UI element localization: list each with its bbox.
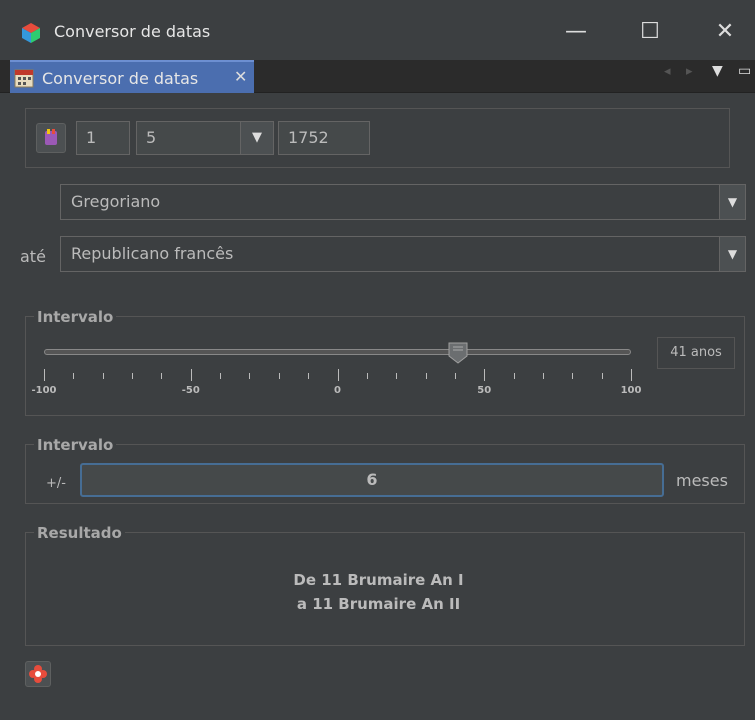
tab-scroll-left-icon[interactable]: ◂ xyxy=(664,64,671,79)
month-dropdown-arrow-icon[interactable]: ▼ xyxy=(240,121,274,155)
from-calendar-select[interactable]: Gregoriano ▼ xyxy=(60,184,746,220)
date-picker-button[interactable] xyxy=(36,123,66,153)
tab-close-icon[interactable]: ✕ xyxy=(234,67,247,86)
month-combo[interactable]: 5 xyxy=(136,121,241,155)
plus-minus-label: +/- xyxy=(46,476,66,491)
result-line-from: De 11 Brumaire An I xyxy=(293,571,464,589)
slider-minor-tick xyxy=(513,373,515,379)
tab-label: Conversor de datas xyxy=(42,69,199,88)
slider-minor-tick xyxy=(572,373,574,379)
interval-months-title: Intervalo xyxy=(34,436,117,454)
day-field[interactable]: 1 xyxy=(76,121,130,155)
tab-menu-icon[interactable]: ▼ xyxy=(712,63,723,79)
slider-tick-label: 50 xyxy=(477,385,492,396)
months-input[interactable]: 6 xyxy=(80,463,664,497)
slider-minor-tick xyxy=(601,373,603,379)
slider-major-tick xyxy=(337,369,339,381)
from-calendar-value: Gregoriano xyxy=(71,192,161,211)
slider-tick-label: 100 xyxy=(620,385,642,396)
slider-minor-tick xyxy=(220,373,222,379)
slider-minor-tick xyxy=(396,373,398,379)
flower-icon xyxy=(29,665,47,683)
reset-button[interactable] xyxy=(25,661,51,687)
slider-minor-tick xyxy=(132,373,134,379)
date-input-panel: 1 5 ▼ 1752 xyxy=(25,108,730,168)
to-calendar-select[interactable]: Republicano francês ▼ xyxy=(60,236,746,272)
calendar-icon xyxy=(14,69,34,88)
slider-major-tick xyxy=(44,369,45,381)
tab-bar: Conversor de datas ✕ ◂ ▸ ▼ ▭ xyxy=(0,60,755,93)
result-line-to: a 11 Brumaire An II xyxy=(296,595,461,613)
to-calendar-value: Republicano francês xyxy=(71,244,234,263)
year-field[interactable]: 1752 xyxy=(278,121,370,155)
slider-tick-label: 0 xyxy=(334,385,341,396)
tab-conversor-de-datas[interactable]: Conversor de datas ✕ xyxy=(10,60,254,93)
calendar-picker-icon xyxy=(45,129,57,145)
slider-minor-tick xyxy=(73,373,75,379)
slider-major-tick xyxy=(484,369,486,381)
years-value-display: 41 anos xyxy=(657,337,735,369)
slider-minor-tick xyxy=(249,373,251,379)
window-title: Conversor de datas xyxy=(54,22,211,41)
slider-major-tick xyxy=(190,369,192,381)
slider-tick-label: -100 xyxy=(31,385,57,396)
result-group: Resultado De 11 Brumaire An I a 11 Bruma… xyxy=(25,524,745,646)
result-title: Resultado xyxy=(34,524,125,542)
interval-years-group: Intervalo -100 -50 0 50 100 41 anos xyxy=(25,308,745,416)
minimize-button[interactable]: — xyxy=(556,14,596,50)
from-calendar-arrow-icon[interactable]: ▼ xyxy=(719,185,745,219)
slider-major-tick xyxy=(631,369,632,381)
tab-scroll-right-icon[interactable]: ▸ xyxy=(686,64,693,79)
slider-minor-tick xyxy=(425,373,427,379)
maximize-button[interactable]: ☐ xyxy=(630,14,670,50)
to-calendar-arrow-icon[interactable]: ▼ xyxy=(719,237,745,271)
slider-minor-tick xyxy=(542,373,544,379)
slider-minor-tick xyxy=(308,373,310,379)
slider-minor-tick xyxy=(161,373,163,379)
slider-tick-label: -50 xyxy=(181,385,200,396)
main-content: 1 5 ▼ 1752 Gregoriano ▼ até Republicano … xyxy=(10,93,755,720)
years-slider-track[interactable] xyxy=(44,349,631,355)
years-slider-thumb[interactable] xyxy=(448,342,468,364)
slider-minor-tick xyxy=(102,373,104,379)
interval-years-title: Intervalo xyxy=(34,308,117,326)
slider-minor-tick xyxy=(454,373,456,379)
slider-minor-tick xyxy=(278,373,280,379)
months-unit-label: meses xyxy=(676,471,728,490)
title-bar: Conversor de datas — ☐ ✕ xyxy=(0,0,755,64)
to-label: até xyxy=(20,247,46,266)
interval-months-group: Intervalo +/- 6 meses xyxy=(25,436,745,504)
tab-restore-icon[interactable]: ▭ xyxy=(738,63,751,79)
slider-minor-tick xyxy=(366,373,368,379)
app-cube-icon xyxy=(22,23,40,43)
close-window-button[interactable]: ✕ xyxy=(705,14,745,50)
